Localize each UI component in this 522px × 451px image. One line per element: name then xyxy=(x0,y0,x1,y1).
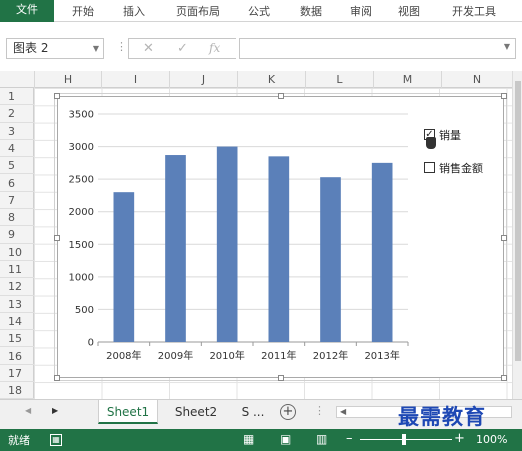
insert-function-button[interactable]: fx xyxy=(209,41,220,55)
row-header[interactable]: 14 xyxy=(0,313,34,331)
y-tick-label: 2500 xyxy=(69,175,94,186)
formula-buttons: ✕ ✓ fx xyxy=(128,38,236,59)
vertical-scrollbar[interactable] xyxy=(512,71,522,399)
status-bar: 就绪 ▦ ▦ ▣ ▥ – + 100% xyxy=(0,429,522,451)
bar xyxy=(320,177,341,342)
row-header[interactable]: 7 xyxy=(0,192,34,210)
row-header[interactable]: 16 xyxy=(0,348,34,365)
normal-view-icon[interactable]: ▦ xyxy=(243,432,254,446)
column-header-j[interactable]: J xyxy=(169,71,237,88)
tab-formulas[interactable]: 公式 xyxy=(248,3,270,19)
formula-bar-area: 图表 2 ▼ ⋮ ✕ ✓ fx ▼ xyxy=(0,22,522,76)
scrollbar-thumb[interactable] xyxy=(515,81,521,361)
bar xyxy=(113,192,135,342)
bar xyxy=(165,155,186,342)
tab-file[interactable]: 文件 xyxy=(0,0,54,22)
tab-view[interactable]: 视图 xyxy=(398,3,420,19)
page-break-view-icon[interactable]: ▥ xyxy=(316,432,327,446)
column-header-m[interactable]: M xyxy=(373,71,441,88)
row-header[interactable]: 17 xyxy=(0,365,34,383)
scroll-left-icon[interactable]: ◀ xyxy=(340,407,346,416)
macro-record-icon[interactable]: ▦ xyxy=(50,434,62,446)
x-tick-label: 2013年 xyxy=(364,349,399,362)
more-options-icon: ⋮ xyxy=(116,40,127,53)
row-header[interactable]: 1 xyxy=(0,88,34,106)
y-tick-label: 1000 xyxy=(69,272,94,283)
more-options-icon: ⋮ xyxy=(314,404,325,417)
name-box[interactable]: 图表 2 ▼ xyxy=(6,38,104,59)
prev-sheet-icon[interactable]: ◀ xyxy=(25,406,31,415)
tab-developer[interactable]: 开发工具 xyxy=(452,3,496,19)
watermark-logo: 最需教育 xyxy=(398,404,486,429)
tab-insert[interactable]: 插入 xyxy=(123,3,145,19)
row-header[interactable]: 2 xyxy=(0,105,34,123)
formula-input[interactable]: ▼ xyxy=(239,38,516,59)
column-header-h[interactable]: H xyxy=(34,71,101,88)
chart[interactable]: 0 500 1000 1500 2000 2500 3000 3500 2008年 2009年 20… xyxy=(54,93,507,381)
x-tick-label: 2009年 xyxy=(158,349,193,362)
row-header[interactable]: 15 xyxy=(0,330,34,348)
page-layout-view-icon[interactable]: ▣ xyxy=(280,432,291,446)
name-box-value: 图表 2 xyxy=(13,41,49,55)
row-header[interactable]: 8 xyxy=(0,209,34,227)
y-tick-label: 2000 xyxy=(69,207,94,218)
x-tick-label: 2008年 xyxy=(106,349,141,362)
status-ready: 就绪 xyxy=(8,434,30,447)
row-header[interactable]: 4 xyxy=(0,140,34,158)
tab-data[interactable]: 数据 xyxy=(300,3,322,19)
next-sheet-icon[interactable]: ▶ xyxy=(52,406,58,415)
row-header[interactable]: 9 xyxy=(0,226,34,244)
sheet-tab-sheet2[interactable]: Sheet2 xyxy=(166,400,226,424)
row-header[interactable]: 12 xyxy=(0,278,34,296)
legend-label-sales-amount: 销售金额 xyxy=(439,162,483,175)
add-sheet-button[interactable]: + xyxy=(280,404,296,420)
bar xyxy=(216,146,238,342)
chevron-down-icon[interactable]: ▼ xyxy=(93,39,99,58)
column-header-l[interactable]: L xyxy=(305,71,373,88)
column-header-n[interactable]: N xyxy=(441,71,512,88)
tab-review[interactable]: 审阅 xyxy=(350,3,372,19)
zoom-slider-thumb[interactable] xyxy=(402,434,406,445)
x-tick-label: 2010年 xyxy=(209,349,244,362)
y-tick-label: 3500 xyxy=(69,110,94,121)
y-tick-label: 3000 xyxy=(69,142,94,153)
check-icon[interactable]: ✓ xyxy=(177,41,188,56)
y-tick-label: 1500 xyxy=(69,240,94,251)
row-header[interactable]: 13 xyxy=(0,296,34,313)
legend-checkbox-sales-amount[interactable] xyxy=(424,162,435,173)
sheet-tab-sheet1[interactable]: Sheet1 xyxy=(98,400,158,424)
chevron-down-icon[interactable]: ▼ xyxy=(504,42,510,51)
x-tick-label: 2011年 xyxy=(261,349,296,362)
x-tick-label: 2012年 xyxy=(313,349,348,362)
zoom-slider[interactable] xyxy=(360,439,452,440)
tab-page-layout[interactable]: 页面布局 xyxy=(176,3,220,19)
sheet-tab-more[interactable]: S ... xyxy=(232,400,274,424)
column-header-i[interactable]: I xyxy=(101,71,169,88)
row-header[interactable]: 5 xyxy=(0,157,34,175)
row-header[interactable]: 3 xyxy=(0,123,34,140)
x-icon[interactable]: ✕ xyxy=(143,41,154,56)
ribbon-tabs: 文件 开始 插入 页面布局 公式 数据 审阅 视图 开发工具 xyxy=(0,0,522,22)
row-header[interactable]: 10 xyxy=(0,244,34,261)
mouse-cursor-icon xyxy=(426,137,436,149)
tab-home[interactable]: 开始 xyxy=(72,3,94,19)
bar xyxy=(268,156,290,342)
y-tick-label: 500 xyxy=(75,305,94,316)
legend-label-sales: 销量 xyxy=(439,129,461,142)
column-header-k[interactable]: K xyxy=(237,71,305,88)
bar xyxy=(371,162,393,342)
row-header[interactable]: 11 xyxy=(0,261,34,279)
select-all-corner[interactable] xyxy=(0,71,34,88)
row-header[interactable]: 18 xyxy=(0,382,34,400)
column-headers: H I J K L M N xyxy=(0,71,512,88)
row-headers: 1 2 3 4 5 6 7 8 9 10 11 12 13 14 15 16 17 18 xyxy=(0,88,34,400)
y-tick-label: 0 xyxy=(88,338,94,349)
chart-legend: ✓ 销量 销售金额 xyxy=(424,125,494,185)
zoom-level: 100% xyxy=(476,433,508,446)
zoom-in-button[interactable]: + xyxy=(454,431,465,446)
zoom-out-button[interactable]: – xyxy=(346,431,353,446)
row-header[interactable]: 6 xyxy=(0,175,34,192)
